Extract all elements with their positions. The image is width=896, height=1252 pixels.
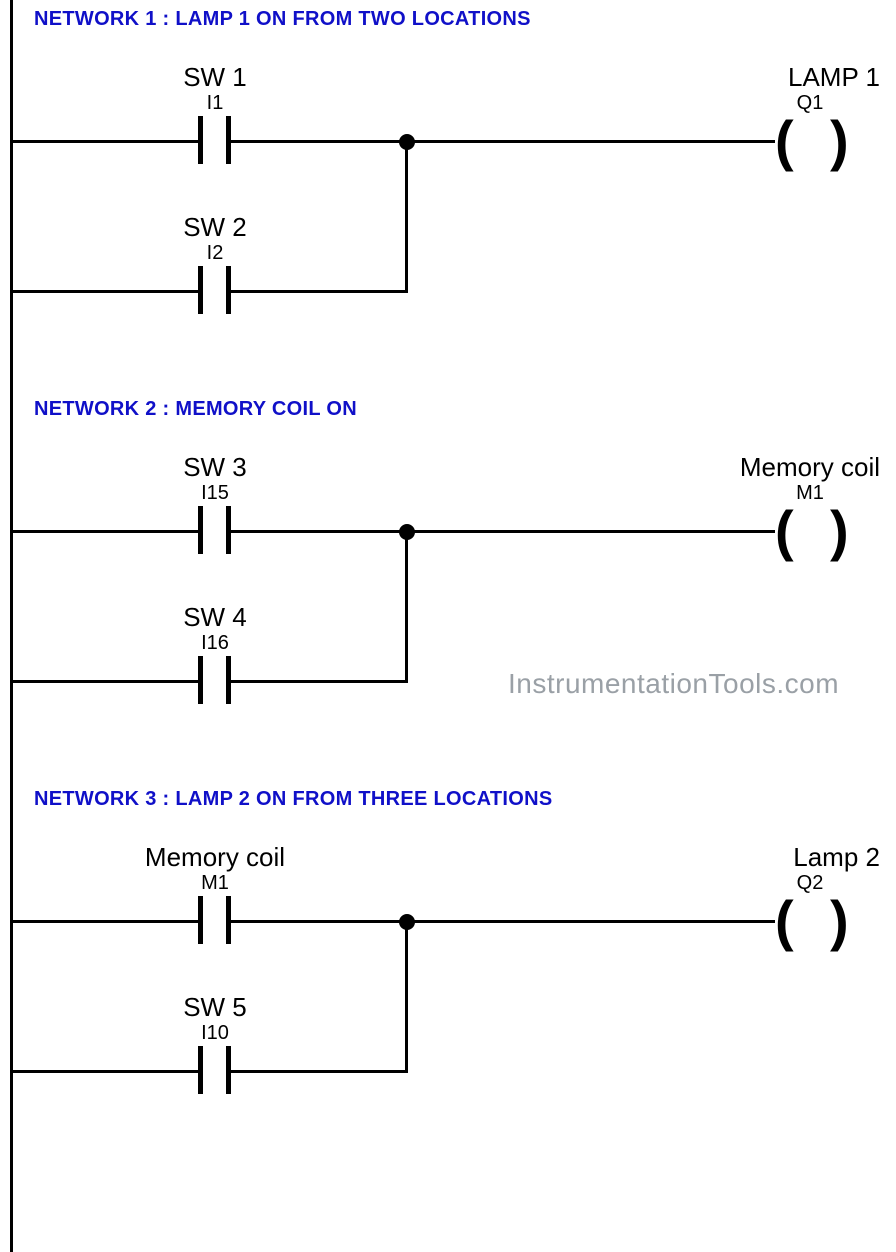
wire — [12, 1070, 198, 1073]
network3-title: NETWORK 3 : LAMP 2 ON FROM THREE LOCATIO… — [34, 788, 553, 811]
coil-paren: ( — [775, 108, 794, 173]
memorycoil-addr: M1 — [740, 482, 880, 505]
wire — [407, 920, 775, 923]
lamp2-addr: Q2 — [740, 872, 880, 895]
left-rail — [10, 0, 13, 1252]
network1-title: NETWORK 1 : LAMP 1 ON FROM TWO LOCATIONS — [34, 8, 531, 31]
contact-bar — [198, 266, 203, 314]
memcoil-addr: M1 — [170, 872, 260, 895]
wire — [231, 290, 408, 293]
wire — [231, 140, 407, 143]
wire — [12, 680, 198, 683]
wire — [407, 140, 775, 143]
wire — [405, 920, 408, 1072]
sw5-label: SW 5 — [170, 992, 260, 1023]
sw1-addr: I1 — [170, 92, 260, 115]
contact-bar — [198, 896, 203, 944]
memcoil-label: Memory coil — [125, 842, 305, 873]
wire — [231, 530, 407, 533]
sw5-addr: I10 — [170, 1022, 260, 1045]
sw2-addr: I2 — [170, 242, 260, 265]
contact-bar — [198, 1046, 203, 1094]
wire — [405, 140, 408, 292]
wire — [12, 290, 198, 293]
contact-bar — [198, 116, 203, 164]
sw2-label: SW 2 — [170, 212, 260, 243]
watermark: InstrumentationTools.com — [508, 668, 839, 700]
sw1-label: SW 1 — [170, 62, 260, 93]
wire — [12, 920, 198, 923]
sw4-addr: I16 — [170, 632, 260, 655]
coil-paren: ) — [830, 888, 849, 953]
coil-paren: ) — [830, 498, 849, 563]
lamp1-label: LAMP 1 — [740, 62, 880, 93]
wire — [231, 920, 407, 923]
wire — [405, 530, 408, 682]
sw4-label: SW 4 — [170, 602, 260, 633]
ladder-diagram: NETWORK 1 : LAMP 1 ON FROM TWO LOCATIONS… — [0, 0, 896, 1252]
coil-paren: ( — [775, 888, 794, 953]
coil-paren: ) — [830, 108, 849, 173]
memorycoil-label: Memory coil — [700, 452, 880, 483]
lamp2-label: Lamp 2 — [740, 842, 880, 873]
contact-bar — [198, 656, 203, 704]
sw3-label: SW 3 — [170, 452, 260, 483]
network2-title: NETWORK 2 : MEMORY COIL ON — [34, 398, 357, 421]
coil-paren: ( — [775, 498, 794, 563]
sw3-addr: I15 — [170, 482, 260, 505]
lamp1-addr: Q1 — [740, 92, 880, 115]
contact-bar — [198, 506, 203, 554]
wire — [407, 530, 775, 533]
wire — [12, 140, 198, 143]
wire — [231, 1070, 408, 1073]
wire — [12, 530, 198, 533]
wire — [231, 680, 408, 683]
